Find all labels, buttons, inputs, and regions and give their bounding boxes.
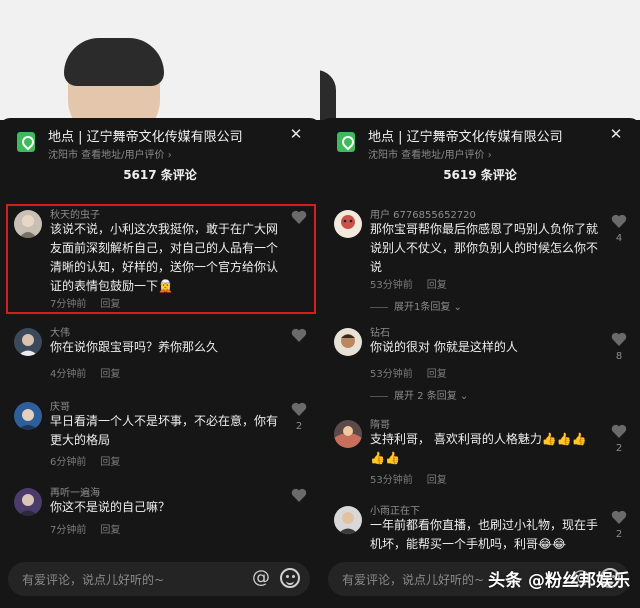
comment-meta: 53分钟前 回复	[370, 365, 461, 380]
comment-text: 支持利哥， 喜欢利哥的人格魅力👍👍👍👍👍	[370, 432, 587, 465]
like-count: 4	[615, 233, 623, 244]
close-icon[interactable]: ✕	[288, 126, 304, 142]
emoji-icon[interactable]	[280, 568, 300, 588]
comment-count: 5619 条评论	[443, 168, 517, 182]
like-control[interactable]: 2	[290, 402, 308, 432]
comment-input-placeholder[interactable]: 有爱评论，说点儿好听的~	[342, 571, 484, 588]
avatar[interactable]	[14, 402, 42, 430]
location-name: 辽宁舞帝文化传媒有限公司	[406, 130, 563, 145]
comment-username[interactable]: 隋哥	[370, 416, 390, 431]
location-subtitle[interactable]: 沈阳市 查看地址/用户评价 ›	[48, 146, 172, 161]
comment-text: 你这不是说的自己嘛？	[50, 500, 171, 514]
like-count: 8	[615, 351, 623, 362]
location-header[interactable]: 地点 | 辽宁舞帝文化传媒有限公司 沈阳市 查看地址/用户评价 › ✕	[320, 118, 640, 168]
comment-time: 53分钟前	[370, 369, 413, 380]
like-control[interactable]: 2	[610, 424, 628, 454]
comment-count: 5617 条评论	[123, 168, 197, 182]
reply-button[interactable]: 回复	[427, 475, 447, 486]
expand-replies-button[interactable]: 展开 2 条回复 ⌄	[370, 387, 468, 402]
heart-icon[interactable]	[291, 488, 307, 502]
comment-text: 你说的很对 你就是这样的人	[370, 340, 518, 354]
avatar[interactable]	[334, 328, 362, 356]
reply-button[interactable]: 回复	[427, 369, 447, 380]
heart-icon[interactable]	[291, 328, 307, 342]
avatar[interactable]	[14, 328, 42, 356]
location-label: 地点	[368, 130, 395, 145]
streamer-hair	[64, 38, 164, 86]
comment-username[interactable]: 用户 6776855652720	[370, 206, 476, 221]
comment-meta: 53分钟前 回复	[370, 471, 461, 486]
comment-time: 7分钟前	[50, 525, 87, 536]
location-pin-icon	[337, 132, 355, 152]
comment-time: 4分钟前	[50, 369, 87, 380]
comment-meta: 53分钟前 回复	[370, 276, 461, 291]
comment-username[interactable]: 再听一遍海	[50, 484, 100, 499]
heart-icon[interactable]	[611, 424, 627, 438]
heart-icon[interactable]	[611, 332, 627, 346]
heart-icon[interactable]	[611, 214, 627, 228]
mention-at-icon[interactable]: @	[250, 567, 272, 589]
video-background	[0, 0, 320, 120]
location-name: 辽宁舞帝文化传媒有限公司	[86, 130, 243, 145]
avatar[interactable]	[334, 210, 362, 238]
comment-text: 你在说你跟宝哥吗？养你那么久	[50, 340, 219, 354]
comment-time: 53分钟前	[370, 475, 413, 486]
comment-input-placeholder[interactable]: 有爱评论，说点儿好听的~	[22, 571, 164, 588]
heart-icon[interactable]	[291, 402, 307, 416]
location-title: 地点 | 辽宁舞帝文化传媒有限公司	[48, 130, 243, 145]
avatar[interactable]	[334, 506, 362, 534]
reply-button[interactable]: 回复	[427, 280, 447, 291]
like-control[interactable]: 8	[610, 332, 628, 362]
reply-button[interactable]: 回复	[100, 457, 120, 468]
streamer-hair	[320, 70, 336, 120]
comment-meta: 6分钟前 回复	[50, 453, 134, 468]
like-count: 2	[615, 529, 623, 540]
comment-meta: 4分钟前 回复	[50, 365, 134, 380]
comment-text: 一年前都看你直播，也刷过小礼物，现在手机坏，能帮买一个手机吗，利哥😂😂	[370, 518, 599, 551]
like-control[interactable]	[290, 328, 308, 347]
like-count: 2	[295, 421, 303, 432]
reply-button[interactable]: 回复	[100, 369, 120, 380]
comment-sheet: 地点 | 辽宁舞帝文化传媒有限公司 沈阳市 查看地址/用户评价 › ✕ 5617…	[0, 118, 320, 608]
comment-text: 早日看清一个人不是坏事，不必在意，你有更大的格局	[50, 414, 279, 447]
comment-username[interactable]: 庆哥	[50, 398, 70, 413]
reply-button[interactable]: 回复	[100, 525, 120, 536]
heart-icon[interactable]	[611, 510, 627, 524]
location-label: 地点	[48, 130, 75, 145]
comment-username[interactable]: 小雨正在下	[370, 502, 420, 517]
location-title: 地点 | 辽宁舞帝文化传媒有限公司	[368, 130, 563, 145]
left-panel: 地点 | 辽宁舞帝文化传媒有限公司 沈阳市 查看地址/用户评价 › ✕ 5617…	[0, 0, 320, 608]
comment-username[interactable]: 大伟	[50, 324, 70, 339]
like-control[interactable]: 4	[610, 214, 628, 244]
comment-input[interactable]: 有爱评论，说点儿好听的~ @	[8, 562, 310, 596]
right-panel: 地点 | 辽宁舞帝文化传媒有限公司 沈阳市 查看地址/用户评价 › ✕ 5619…	[320, 0, 640, 608]
location-pin-icon	[17, 132, 35, 152]
expand-replies-button[interactable]: 展开1条回复 ⌄	[370, 298, 462, 313]
like-control[interactable]: 2	[610, 510, 628, 540]
comment-sheet: 地点 | 辽宁舞帝文化传媒有限公司 沈阳市 查看地址/用户评价 › ✕ 5619…	[320, 118, 640, 608]
like-count: 2	[615, 443, 623, 454]
comment-time: 53分钟前	[370, 280, 413, 291]
comment-username[interactable]: 钻石	[370, 324, 390, 339]
avatar[interactable]	[334, 420, 362, 448]
location-subtitle[interactable]: 沈阳市 查看地址/用户评价 ›	[368, 146, 492, 161]
like-control[interactable]	[290, 488, 308, 507]
comment-text: 那你宝哥帮你最后你感恩了吗别人负你了就说别人不仗义，那你负别人的时候怎么你不说	[370, 222, 599, 274]
comment-meta: 7分钟前 回复	[50, 521, 134, 536]
comment-time: 6分钟前	[50, 457, 87, 468]
highlight-box	[6, 204, 316, 314]
video-background	[320, 0, 640, 120]
close-icon[interactable]: ✕	[608, 126, 624, 142]
location-header[interactable]: 地点 | 辽宁舞帝文化传媒有限公司 沈阳市 查看地址/用户评价 › ✕	[0, 118, 320, 168]
watermark: 头条 @粉丝邦娱乐	[488, 571, 630, 591]
avatar[interactable]	[14, 488, 42, 516]
